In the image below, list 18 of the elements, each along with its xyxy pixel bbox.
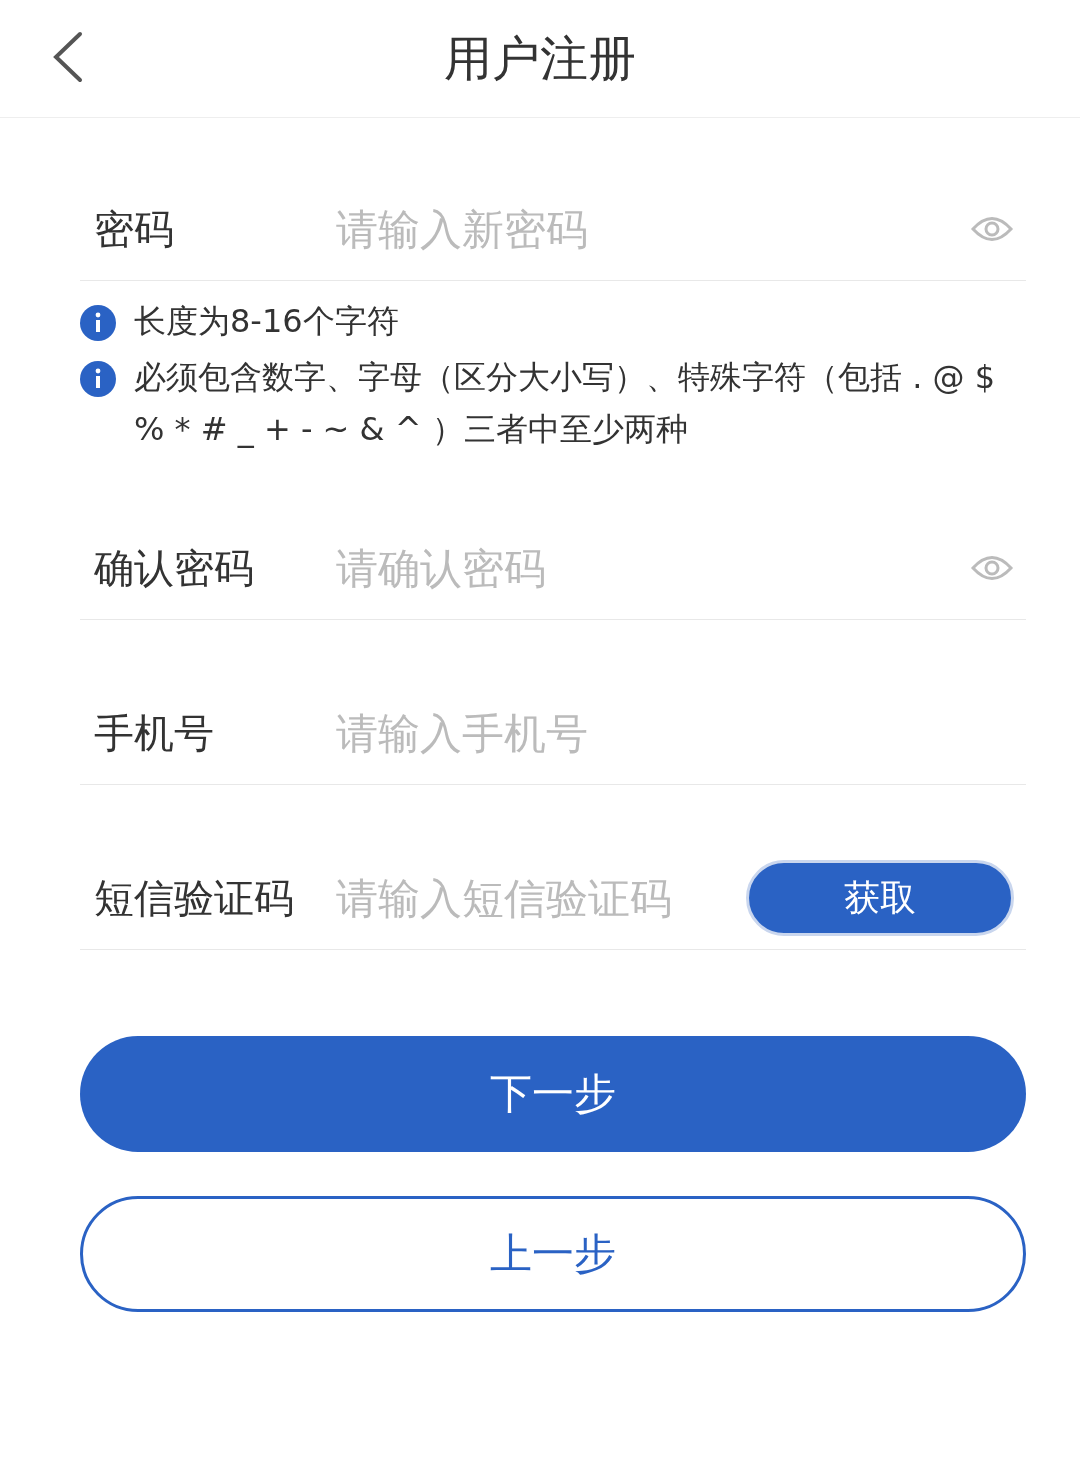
input-field[interactable]: 请输入短信验证码 [334,872,746,924]
back-step-button[interactable]: 上一步 [80,1196,1026,1312]
info-icon [80,305,116,341]
field-label: 手机号 [93,708,215,758]
hint-text: 必须包含数字、字母（区分大小写）、特殊字符（包括 . @ $ % * # _ + - ~ & ^ ）三者中至少两种 [134,357,997,450]
hint-text: 长度为8-16个字符 [134,301,399,342]
input-field[interactable]: 请确认密码 [334,542,970,594]
get-code-button[interactable]: 获取 [746,860,1014,936]
input-field[interactable]: 请输入新密码 [334,203,970,255]
eye-icon[interactable] [970,214,1014,244]
page-title: 用户注册 [444,28,636,88]
info-icon [80,361,116,397]
eye-icon[interactable] [970,553,1014,583]
field-label: 密码 [93,204,175,254]
input-field[interactable]: 请输入手机号 [334,707,1026,759]
next-button[interactable]: 下一步 [80,1036,1026,1152]
field-label: 确认密码 [93,543,255,593]
field-label: 短信验证码 [93,873,295,923]
